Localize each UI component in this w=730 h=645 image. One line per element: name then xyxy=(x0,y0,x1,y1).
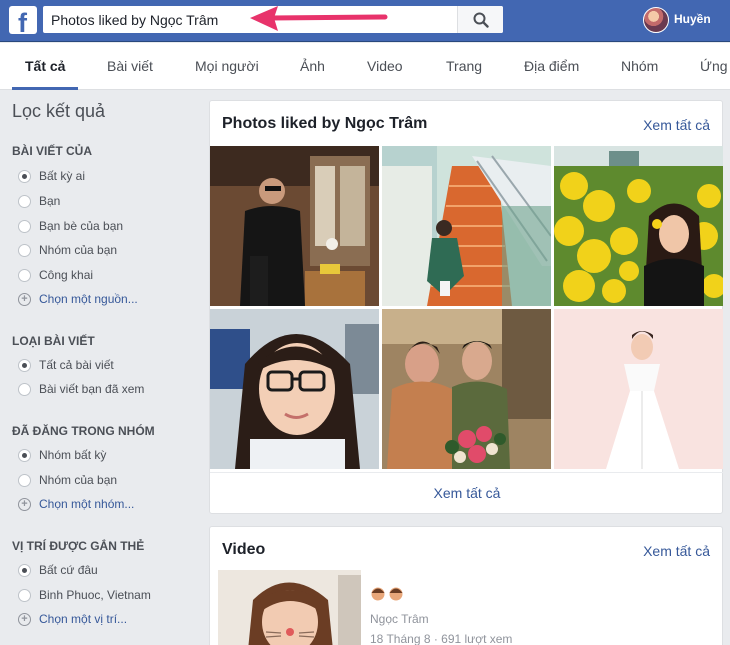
radio-checked-icon[interactable] xyxy=(18,170,31,183)
radio-icon[interactable] xyxy=(18,589,31,602)
tab-all[interactable]: Tất cả xyxy=(11,43,80,90)
radio-icon[interactable] xyxy=(18,244,31,257)
avatar xyxy=(643,7,669,33)
photo-thumbnail[interactable] xyxy=(210,146,379,306)
video-card-title: Video xyxy=(222,541,266,558)
radio-icon[interactable] xyxy=(18,474,31,487)
radio-checked-icon[interactable] xyxy=(18,359,31,372)
tab-groups[interactable]: Nhóm xyxy=(621,43,658,90)
video-meta: 18 Tháng 8 · 691 lượt xem xyxy=(370,632,513,645)
filter-title: Lọc kết quả xyxy=(12,101,106,121)
plus-icon: + xyxy=(18,613,31,626)
video-thumbnail[interactable] xyxy=(218,570,361,645)
annotation-arrow-icon xyxy=(250,6,388,31)
reaction-emoji-icon xyxy=(371,587,403,601)
video-see-all-link[interactable]: Xem tất cả xyxy=(643,543,710,559)
photo-thumbnail[interactable] xyxy=(382,146,551,306)
top-bar: f Huyền xyxy=(0,0,730,42)
tab-posts[interactable]: Bài viết xyxy=(107,43,153,90)
radio-icon[interactable] xyxy=(18,220,31,233)
tab-places[interactable]: Địa điểm xyxy=(524,43,579,90)
profile-name: Huyền xyxy=(674,12,711,26)
radio-icon[interactable] xyxy=(18,269,31,282)
photo-thumbnail[interactable] xyxy=(554,309,723,469)
tab-photos[interactable]: Ảnh xyxy=(300,43,325,90)
radio-icon[interactable] xyxy=(18,195,31,208)
photos-see-all-link[interactable]: Xem tất cả xyxy=(643,117,710,133)
filter-section-title: VỊ TRÍ ĐƯỢC GẮN THẺ xyxy=(12,539,145,553)
search-button[interactable] xyxy=(457,6,503,33)
radio-checked-icon[interactable] xyxy=(18,449,31,462)
photo-thumbnail[interactable] xyxy=(382,309,551,469)
video-author[interactable]: Ngọc Trâm xyxy=(370,612,429,626)
filter-section-title: BÀI VIẾT CỦA xyxy=(12,144,93,158)
tab-pages[interactable]: Trang xyxy=(446,43,482,90)
radio-icon[interactable] xyxy=(18,383,31,396)
filter-sidebar: Lọc kết quả BÀI VIẾT CỦA Bất kỳ ai Bạn B… xyxy=(12,101,155,626)
tab-people[interactable]: Mọi người xyxy=(195,43,259,90)
photo-thumbnail[interactable] xyxy=(554,146,723,306)
photo-thumbnail[interactable] xyxy=(210,309,379,469)
filter-section-title: ĐÃ ĐĂNG TRONG NHÓM xyxy=(12,424,155,438)
search-icon xyxy=(473,12,489,28)
photo-grid xyxy=(210,146,724,472)
photos-card: Photos liked by Ngọc Trâm Xem tất cả Xem… xyxy=(209,100,724,514)
search-tabs: Tất cả Bài viết Mọi người Ảnh Video Tran… xyxy=(0,43,730,90)
filter-section-title: LOẠI BÀI VIẾT xyxy=(12,334,95,348)
plus-icon: + xyxy=(18,498,31,511)
video-card: Video Xem tất cả Ngọc Trâm 18 Tháng 8 · … xyxy=(209,526,723,645)
facebook-logo-icon[interactable]: f xyxy=(9,6,37,38)
tab-apps[interactable]: Ứng xyxy=(700,43,728,90)
photos-see-all-bottom-link[interactable]: Xem tất cả xyxy=(210,472,724,514)
tab-video[interactable]: Video xyxy=(367,43,403,90)
plus-icon: + xyxy=(18,293,31,306)
radio-checked-icon[interactable] xyxy=(18,564,31,577)
photos-card-title: Photos liked by Ngọc Trâm xyxy=(222,115,428,132)
